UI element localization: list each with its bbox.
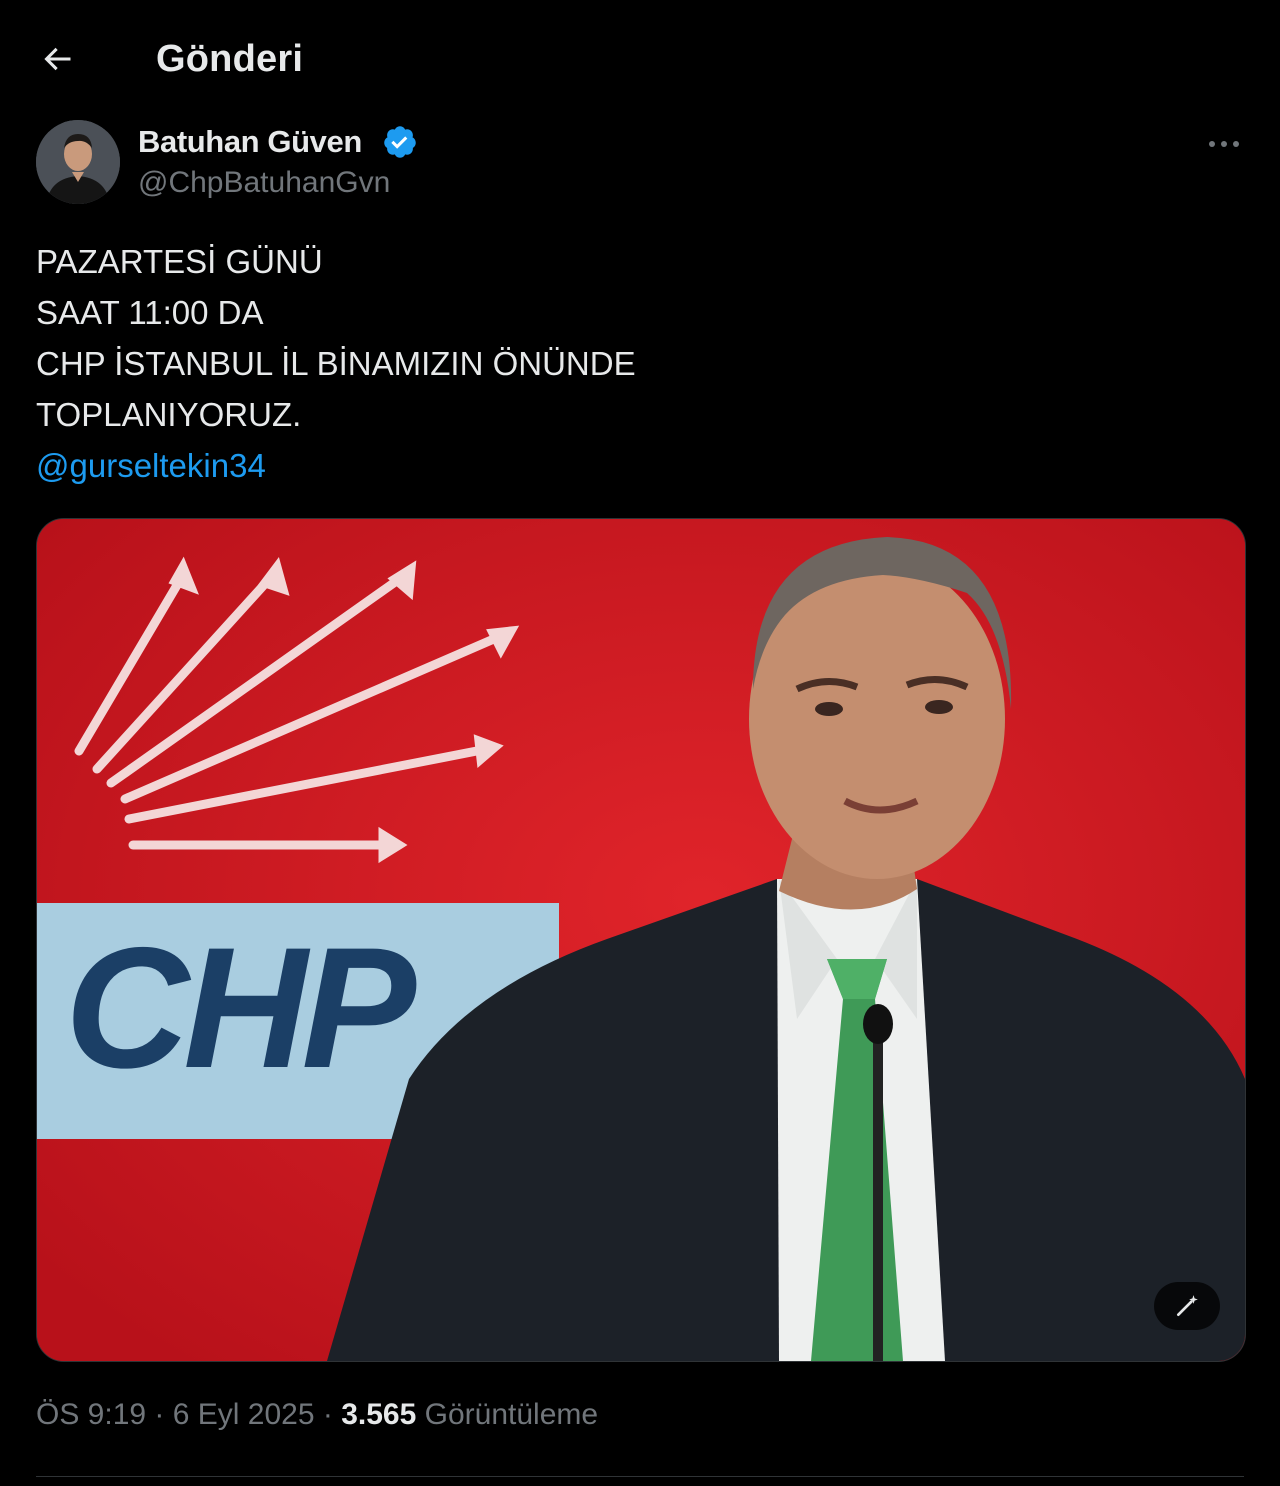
- magic-wand-icon: [1176, 1295, 1198, 1317]
- tweet-line: CHP İSTANBUL İL BİNAMIZIN ÖNÜNDE: [36, 345, 636, 382]
- tweet-date-link[interactable]: 6 Eyl 2025: [173, 1398, 315, 1431]
- page-title: Gönderi: [156, 38, 304, 80]
- separator: ·: [146, 1398, 173, 1431]
- author-handle[interactable]: @ChpBatuhanGvn: [138, 166, 390, 200]
- arrow-left-icon: [44, 47, 71, 71]
- tweet-time-link[interactable]: ÖS 9:19: [36, 1398, 146, 1431]
- tweet-line: PAZARTESİ GÜNÜ: [36, 243, 323, 280]
- divider: [36, 1476, 1244, 1477]
- views-label: Görüntüleme: [424, 1398, 599, 1431]
- avatar[interactable]: [36, 120, 120, 204]
- more-options-button[interactable]: [1202, 126, 1246, 162]
- separator: ·: [314, 1398, 342, 1431]
- chp-logo-text: CHP: [65, 912, 416, 1104]
- back-button[interactable]: [34, 36, 80, 82]
- tweet-line: TOPLANIYORUZ.: [36, 396, 302, 433]
- mention-link[interactable]: @gurseltekin34: [36, 440, 1236, 491]
- author-name[interactable]: Batuhan Güven: [138, 124, 362, 160]
- tweet-text: PAZARTESİ GÜNÜ SAAT 11:00 DA CHP İSTANBU…: [36, 236, 1236, 491]
- tweet-image[interactable]: CHP: [36, 518, 1246, 1362]
- views-count: 3.565: [341, 1398, 417, 1431]
- tweet-line: SAAT 11:00 DA: [36, 294, 264, 331]
- image-alt-button[interactable]: [1154, 1282, 1220, 1330]
- verified-badge-icon: [384, 126, 416, 158]
- top-bar: Gönderi: [0, 0, 1280, 110]
- tweet-author: Batuhan Güven @ChpBatuhanGvn: [36, 120, 1246, 210]
- tweet-meta: ÖS 9:19 · 6 Eyl 2025 · 3.565 Görüntüleme: [36, 1398, 598, 1432]
- more-horizontal-icon: [1209, 141, 1215, 147]
